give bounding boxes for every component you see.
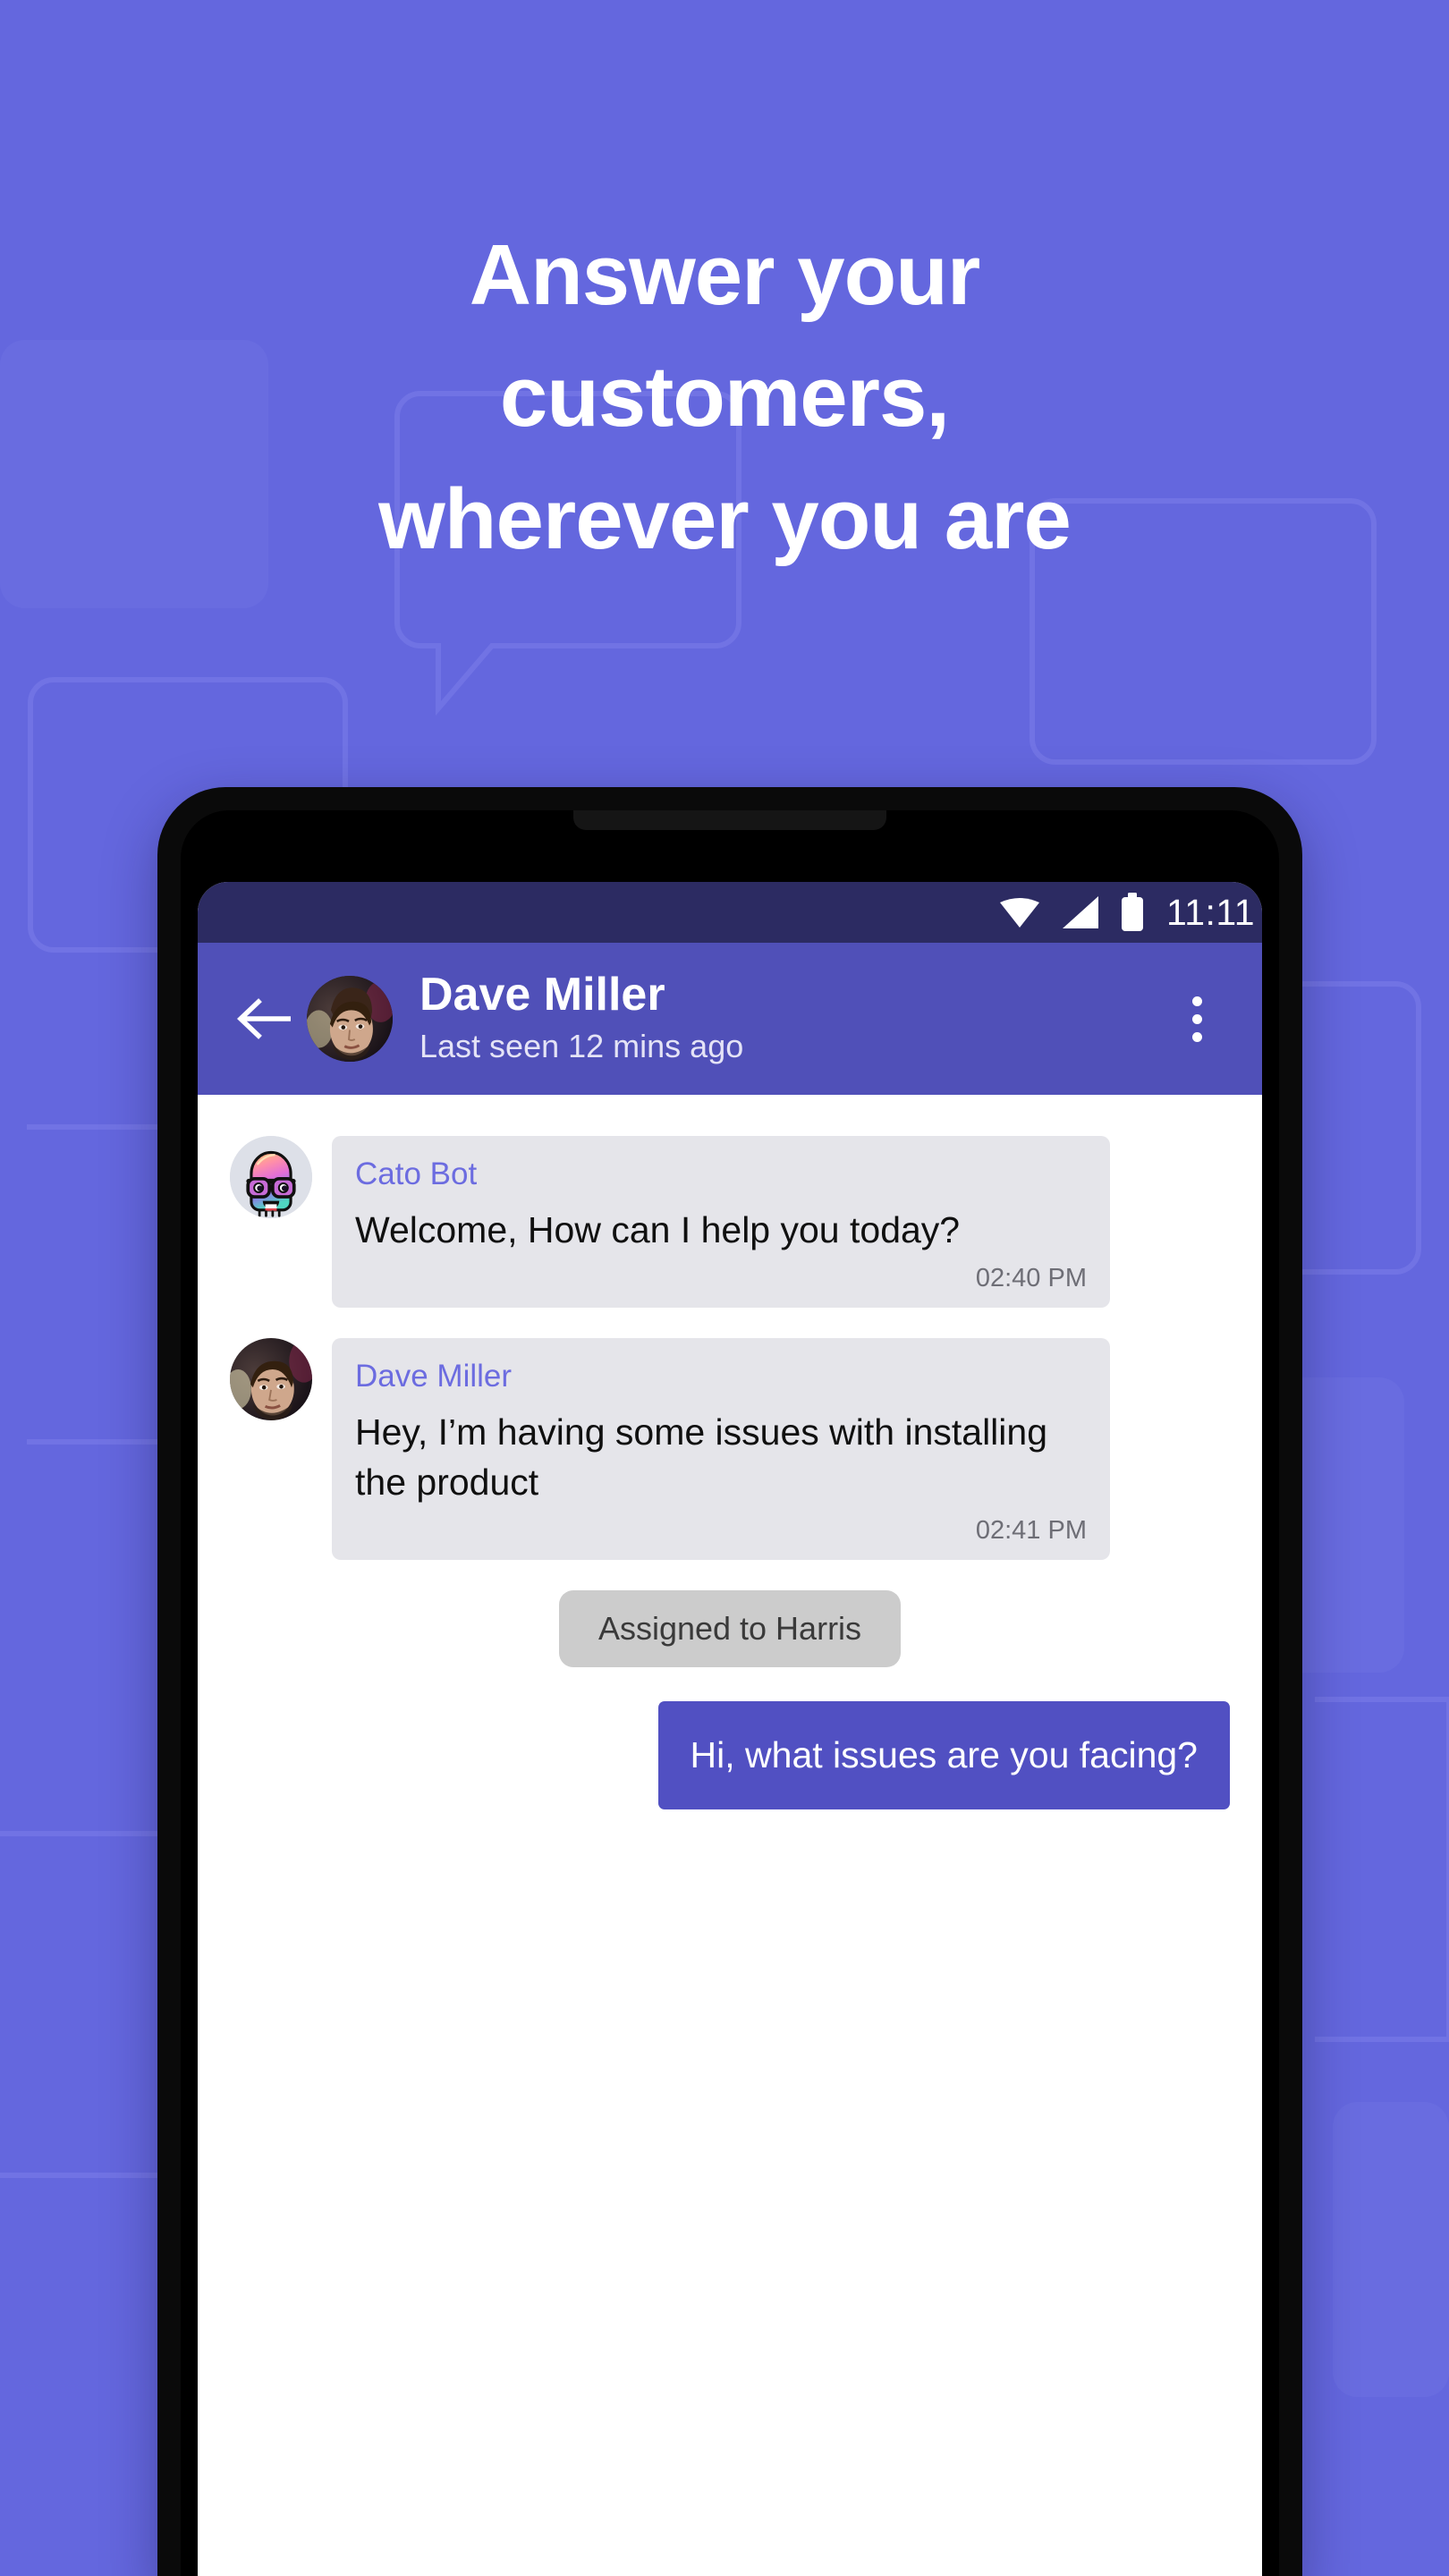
app-bar: Dave Miller Last seen 12 mins ago bbox=[198, 943, 1262, 1095]
more-vertical-icon-dot-1 bbox=[1191, 996, 1202, 1006]
status-bar-icons bbox=[998, 893, 1145, 932]
status-bar-clock: 11:11 bbox=[1165, 891, 1255, 933]
more-vertical-icon-dot-2 bbox=[1191, 1013, 1202, 1024]
battery-icon bbox=[1121, 893, 1143, 931]
dave-miller-avatar[interactable] bbox=[230, 1338, 312, 1421]
message-text: Hey, I’m having some issues with install… bbox=[355, 1411, 1047, 1503]
headline-line-1: Answer your bbox=[469, 227, 980, 323]
dave-miller-avatar-art bbox=[307, 976, 393, 1062]
message-timestamp: 02:41 PM bbox=[975, 1516, 1087, 1546]
message-text: Welcome, How can I help you today? bbox=[355, 1209, 961, 1250]
message-row: Dave Miller Hey, I’m having some issues … bbox=[230, 1338, 1230, 1561]
phone-notch bbox=[573, 810, 886, 830]
contact-info: Dave Miller Last seen 12 mins ago bbox=[419, 969, 1169, 1068]
more-vertical-icon-dot-3 bbox=[1191, 1031, 1202, 1042]
back-arrow-icon bbox=[237, 998, 291, 1039]
cato-bot-avatar-art bbox=[230, 1136, 312, 1218]
status-bar: 11:11 bbox=[198, 882, 1262, 943]
message-row-outgoing: Hi, what issues are you facing? bbox=[230, 1701, 1230, 1810]
dave-miller-avatar-art bbox=[230, 1338, 312, 1421]
message-bubble-incoming: Cato Bot Welcome, How can I help you tod… bbox=[332, 1136, 1110, 1309]
page-title: Answer your customers, wherever you are bbox=[0, 215, 1449, 580]
message-bubble-incoming: Dave Miller Hey, I’m having some issues … bbox=[332, 1338, 1110, 1561]
message-timestamp: 02:40 PM bbox=[975, 1264, 1087, 1293]
more-options-button[interactable] bbox=[1169, 984, 1224, 1054]
phone-mockup: 11:11 Dave Miller Last seen 12 mins ago … bbox=[157, 787, 1302, 2576]
headline-line-3: wherever you are bbox=[378, 470, 1072, 567]
message-bubble-outgoing: Hi, what issues are you facing? bbox=[657, 1701, 1230, 1810]
headline-line-2: customers, bbox=[499, 349, 950, 445]
message-sender: Dave Miller bbox=[355, 1359, 513, 1394]
contact-avatar[interactable] bbox=[307, 976, 393, 1062]
message-row: Cato Bot Welcome, How can I help you tod… bbox=[230, 1136, 1230, 1309]
contact-name: Dave Miller bbox=[419, 969, 665, 1021]
phone-screen: 11:11 Dave Miller Last seen 12 mins ago … bbox=[198, 882, 1262, 2576]
chat-thread[interactable]: Cato Bot Welcome, How can I help you tod… bbox=[198, 1095, 1262, 2576]
wifi-icon bbox=[999, 898, 1039, 928]
message-sender: Cato Bot bbox=[355, 1157, 478, 1191]
status-badge: Assigned to Harris bbox=[558, 1590, 902, 1668]
cato-bot-avatar[interactable] bbox=[230, 1136, 312, 1218]
cellular-signal-icon bbox=[1062, 896, 1098, 928]
back-button[interactable] bbox=[232, 987, 294, 1050]
promo-screenshot: Answer your customers, wherever you are bbox=[0, 0, 1449, 2576]
system-message-row: Assigned to Harris bbox=[230, 1590, 1230, 1668]
phone-bezel: 11:11 Dave Miller Last seen 12 mins ago … bbox=[181, 810, 1279, 2576]
contact-status: Last seen 12 mins ago bbox=[419, 1028, 744, 1065]
